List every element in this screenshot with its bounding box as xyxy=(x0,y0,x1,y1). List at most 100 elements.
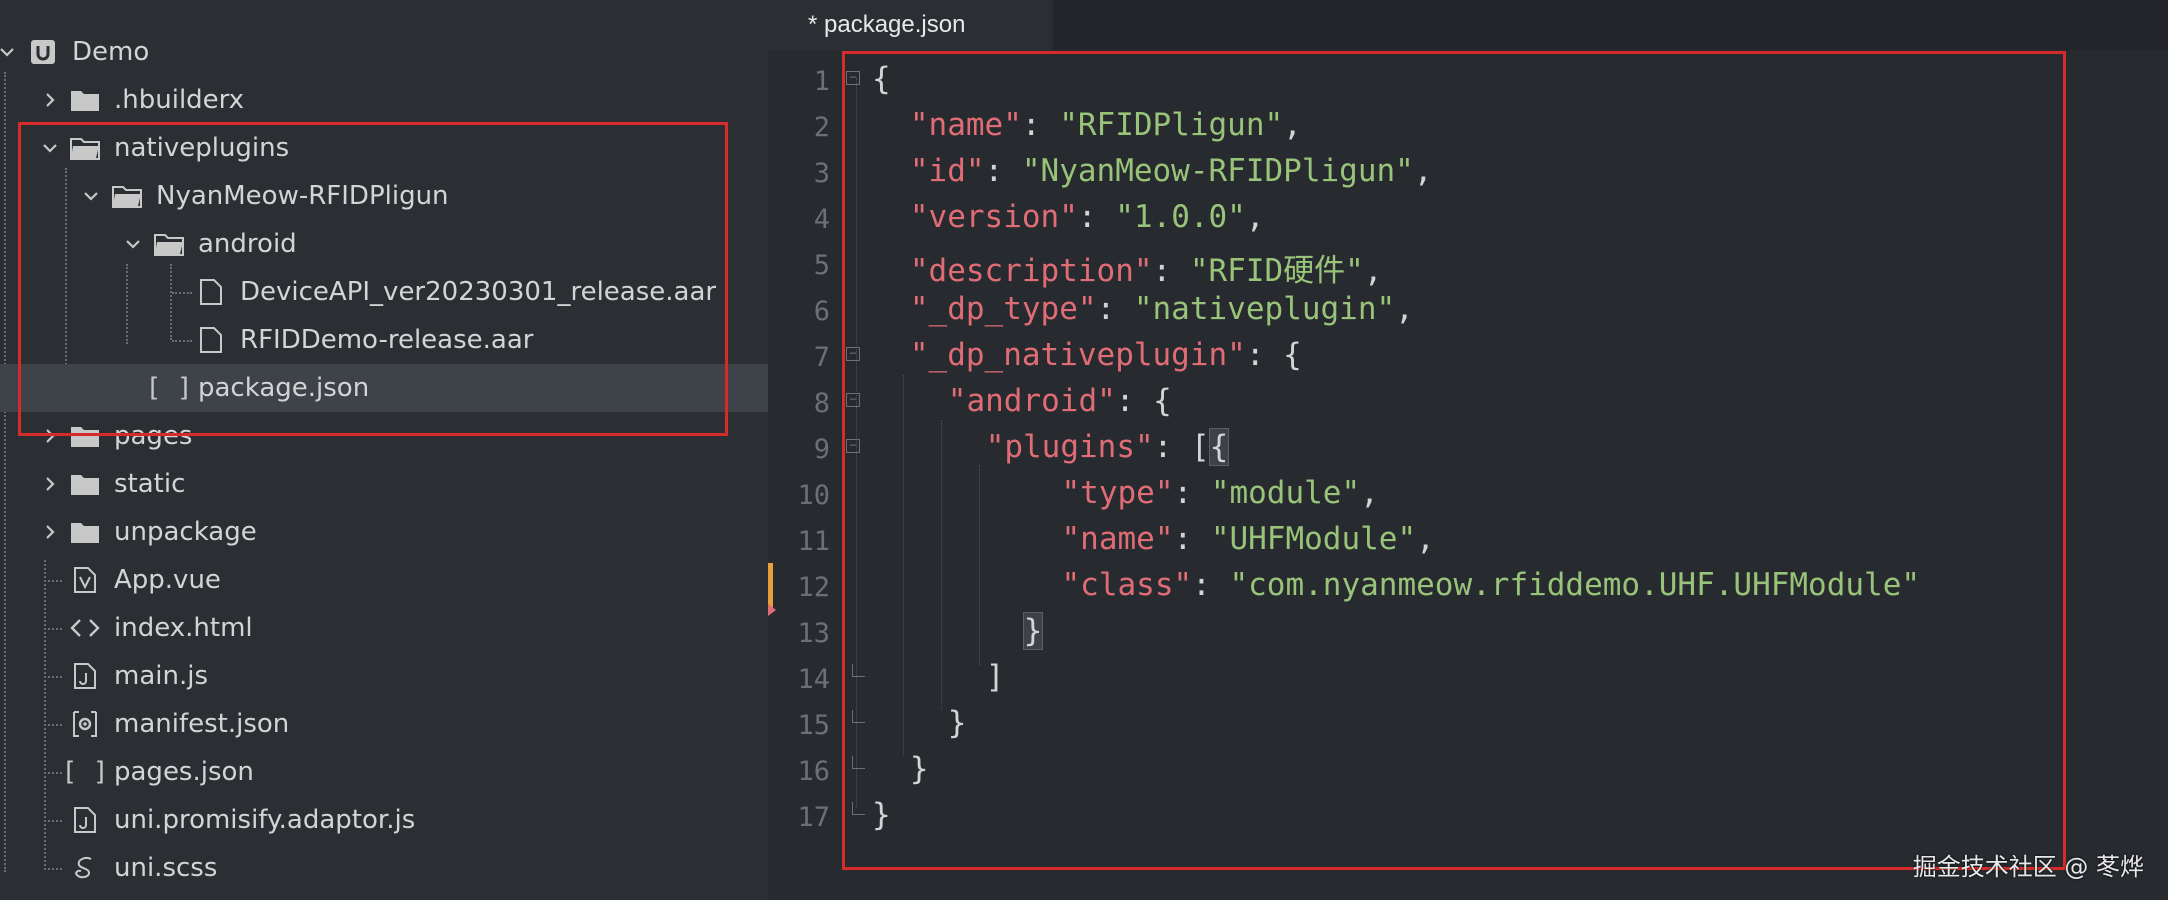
tree-item-main-js[interactable]: main.js xyxy=(0,652,768,700)
code-line[interactable]: 12 "class": "com.nyanmeow.rfiddemo.UHF.UH… xyxy=(768,564,2168,610)
punctuation: , xyxy=(1395,291,1414,327)
code-text: "android": { xyxy=(948,383,1172,419)
fold-toggle-icon[interactable]: − xyxy=(846,393,860,407)
tree-root-demo[interactable]: Demo xyxy=(0,28,768,76)
json-key: "description" xyxy=(909,253,1153,289)
code-text: "_dp_nativeplugin": { xyxy=(910,337,1302,373)
code-line[interactable]: 8 − "android": { xyxy=(768,380,2168,426)
vue-file-icon xyxy=(70,565,100,595)
tree-item-deviceapi-aar[interactable]: DeviceAPI_ver20230301_release.aar xyxy=(0,268,768,316)
tree-item-label: unpackage xyxy=(114,517,257,547)
tree-item-package-json[interactable]: [ ] package.json xyxy=(0,364,768,412)
project-explorer: Demo .hbuilderx nativeplugins NyanMeow-R… xyxy=(0,0,768,900)
chevron-right-icon[interactable] xyxy=(37,471,63,497)
code-text: } xyxy=(1022,612,1044,650)
ide-window: Demo .hbuilderx nativeplugins NyanMeow-R… xyxy=(0,0,2168,900)
colon: : xyxy=(1153,429,1191,465)
fold-end-marker xyxy=(852,756,865,769)
punctuation: , xyxy=(1283,107,1302,143)
tree-item-hbuilderx[interactable]: .hbuilderx xyxy=(0,76,768,124)
colon: : xyxy=(1173,521,1211,557)
line-number: 12 xyxy=(797,572,830,603)
tree-item-label: package.json xyxy=(198,373,370,403)
json-string: "com.nyanmeow.rfiddemo.UHF.UHFModule" xyxy=(1229,567,1921,603)
folder-icon xyxy=(70,85,100,115)
code-text: "name": "UHFModule", xyxy=(1062,521,1435,557)
fold-end-marker xyxy=(852,664,865,677)
json-key: "android" xyxy=(947,383,1116,419)
code-line[interactable]: 5 "description": "RFID硬件", xyxy=(768,242,2168,289)
json-key: "name" xyxy=(909,107,1022,143)
json-key: "_dp_nativeplugin" xyxy=(909,337,1246,373)
json-string: "NyanMeow-RFIDPligun" xyxy=(1021,153,1414,189)
tree-item-rfiddemo-aar[interactable]: RFIDDemo-release.aar xyxy=(0,316,768,364)
code-line[interactable]: 3 "id": "NyanMeow-RFIDPligun", xyxy=(768,150,2168,196)
folder-open-icon xyxy=(154,229,184,259)
manifest-gear-icon xyxy=(70,709,100,739)
tree-item-nativeplugins[interactable]: nativeplugins xyxy=(0,124,768,172)
tree-item-pages[interactable]: pages xyxy=(0,412,768,460)
code-line[interactable]: 2 "name": "RFIDPligun", xyxy=(768,104,2168,150)
tree-item-label: main.js xyxy=(114,661,208,691)
tree-item-unpackage[interactable]: unpackage xyxy=(0,508,768,556)
tree-item-uni-promisify-adaptor-js[interactable]: uni.promisify.adaptor.js xyxy=(0,796,768,844)
line-number: 13 xyxy=(797,618,830,649)
chevron-right-icon[interactable] xyxy=(37,519,63,545)
tree-item-manifest-json[interactable]: manifest.json xyxy=(0,700,768,748)
bracket: } xyxy=(947,705,967,741)
tree-item-label: android xyxy=(198,229,297,259)
line-number: 16 xyxy=(797,756,830,787)
scss-file-icon xyxy=(70,853,100,883)
chevron-down-icon[interactable] xyxy=(78,183,104,209)
tree-item-label: App.vue xyxy=(114,565,221,595)
code-line[interactable]: 17} xyxy=(768,794,2168,840)
code-text: "version": "1.0.0", xyxy=(910,199,1265,235)
tree-item-label: static xyxy=(114,469,186,499)
code-line[interactable]: 11 "name": "UHFModule", xyxy=(768,518,2168,564)
fold-toggle-icon[interactable]: − xyxy=(846,71,860,85)
tree-item-pages-json[interactable]: [ ] pages.json xyxy=(0,748,768,796)
tree-item-static[interactable]: static xyxy=(0,460,768,508)
bracket: { xyxy=(872,61,891,97)
code-text: "id": "NyanMeow-RFIDPligun", xyxy=(910,153,1433,189)
chevron-right-icon[interactable] xyxy=(37,423,63,449)
chevron-down-icon[interactable] xyxy=(0,39,20,65)
colon: : xyxy=(1192,567,1230,603)
colon: : xyxy=(1152,253,1190,289)
tree-item-app-vue[interactable]: App.vue xyxy=(0,556,768,604)
tab-package-json[interactable]: * package.json xyxy=(768,0,1053,50)
code-line[interactable]: 14] xyxy=(768,656,2168,702)
punctuation: , xyxy=(1360,475,1379,511)
tree-item-uni-scss[interactable]: uni.scss xyxy=(0,844,768,892)
code-line[interactable]: 7 − "_dp_nativeplugin": { xyxy=(768,334,2168,380)
code-line[interactable]: 4 "version": "1.0.0", xyxy=(768,196,2168,242)
tree-item-android[interactable]: android xyxy=(0,220,768,268)
code-line[interactable]: 15} xyxy=(768,702,2168,748)
file-icon xyxy=(196,277,226,307)
tree-item-index-html[interactable]: index.html xyxy=(0,604,768,652)
code-text: "class": "com.nyanmeow.rfiddemo.UHF.UHFM… xyxy=(1062,567,1921,603)
code-line[interactable]: 13} xyxy=(768,610,2168,656)
chevron-down-icon[interactable] xyxy=(120,231,146,257)
line-number: 4 xyxy=(813,204,830,235)
chevron-down-icon[interactable] xyxy=(37,135,63,161)
code-line[interactable]: 6 "_dp_type": "nativeplugin", xyxy=(768,288,2168,334)
tree-item-nyanmeow-rfidpligun[interactable]: NyanMeow-RFIDPligun xyxy=(0,172,768,220)
fold-toggle-icon[interactable]: − xyxy=(846,347,860,361)
fold-toggle-icon[interactable]: − xyxy=(846,439,860,453)
code-line[interactable]: 9 − "plugins": [{ xyxy=(768,426,2168,472)
code-line[interactable]: 10 "type": "module", xyxy=(768,472,2168,518)
line-number: 1 xyxy=(813,66,830,97)
code-line[interactable]: 1 −{ xyxy=(768,58,2168,104)
code-line[interactable]: 16} xyxy=(768,748,2168,794)
colon: : xyxy=(984,153,1022,189)
line-number: 11 xyxy=(797,526,830,557)
punctuation: , xyxy=(1245,199,1265,235)
json-string: "RFIDPligun" xyxy=(1059,107,1284,143)
punctuation: { xyxy=(1283,337,1302,373)
line-number: 17 xyxy=(797,802,830,833)
colon: : xyxy=(1096,291,1134,327)
chevron-right-icon[interactable] xyxy=(37,87,63,113)
colon: : xyxy=(1115,383,1154,419)
code-editor: * package.json 1−{2 "name": "RFIDPligun",… xyxy=(768,0,2168,900)
